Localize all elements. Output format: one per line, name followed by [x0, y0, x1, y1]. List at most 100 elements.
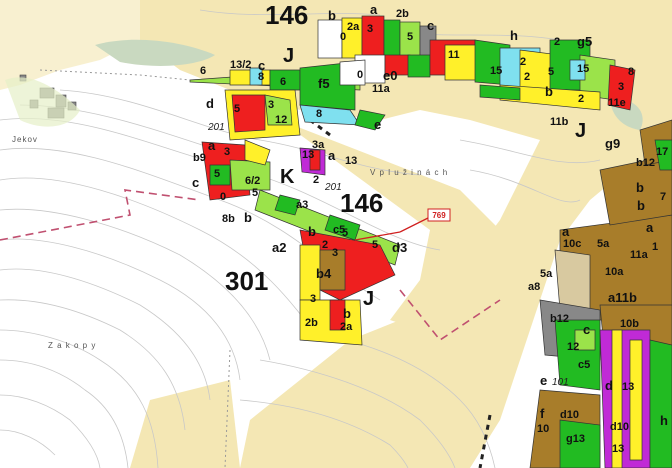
plot-label: 0 — [340, 31, 346, 43]
plot-label: 2a — [340, 321, 353, 333]
plot-label: b — [343, 306, 351, 321]
block-301: 301 — [225, 266, 268, 296]
plot-label: a2 — [272, 240, 286, 255]
plot-label: e — [540, 373, 547, 388]
plot-label: b — [637, 198, 645, 213]
plot-label: b — [308, 224, 316, 239]
plot-label: d10 — [610, 421, 629, 433]
place-zakopy: Z a k o p y — [48, 341, 96, 350]
plot-label: a — [646, 220, 654, 235]
plot-label: 5 — [407, 31, 413, 43]
plot-label: 5 — [214, 168, 220, 180]
plot-label: 3 — [224, 146, 230, 158]
plot-label: 10b — [620, 318, 639, 330]
zone-j-3: J — [363, 288, 374, 310]
plot-label: 11a — [630, 249, 649, 261]
plot-label: 15 — [577, 63, 589, 75]
plot-label: 2b — [396, 8, 409, 20]
plot-label: b — [636, 180, 644, 195]
plot-label: 5 — [234, 103, 240, 115]
plot-label: a — [328, 148, 336, 163]
plot-label: 2 — [578, 93, 584, 105]
plot-label: b — [244, 210, 252, 225]
plot-label: b — [545, 84, 553, 99]
plot-label: 13 — [612, 443, 624, 455]
plot-label: h — [660, 413, 668, 428]
plot-label: g5 — [577, 34, 592, 49]
plot-label: 5a — [597, 238, 610, 250]
plot-label: a — [208, 138, 216, 153]
place-jekov: Jekov — [12, 135, 38, 144]
plot-label: c — [583, 322, 590, 337]
plot-label: 7 — [660, 191, 666, 203]
plot-label: f5 — [318, 76, 330, 91]
block-146-mid: 146 — [340, 188, 383, 218]
plot-label: 8 — [258, 71, 264, 83]
plot-label: d10 — [560, 409, 579, 421]
plot-label: 11b — [550, 116, 569, 128]
zone-k: K — [280, 166, 295, 188]
plot-label: 10c — [563, 238, 581, 250]
plot-label: 8 — [316, 108, 322, 120]
plot-label: 2 — [313, 174, 319, 186]
plot-label: 3 — [310, 293, 316, 305]
plot-label: a8 — [528, 281, 540, 293]
plot-label: 8b — [222, 213, 235, 225]
plot-label: 12 — [275, 114, 287, 126]
plot-label: a11b — [608, 290, 637, 305]
plot-label: 6/2 — [245, 175, 260, 187]
place-v-pluzinach: V p l u ž i n á c h — [370, 168, 448, 177]
plot-label: 6 — [280, 76, 286, 88]
plot-label: h — [510, 28, 518, 43]
plot-label: b4 — [316, 266, 332, 281]
plot-label: 5 — [548, 66, 554, 78]
plot-label: 3 — [367, 23, 373, 35]
plot-label: f — [540, 406, 545, 421]
plot-label: 2 — [524, 71, 530, 83]
plot-label: g13 — [566, 433, 585, 445]
plot-label: c — [192, 175, 199, 190]
code-201-b: 201 — [324, 182, 342, 193]
plot-label: g9 — [605, 136, 620, 151]
plot-label: 13 — [345, 155, 357, 167]
block-146-top: 146 — [265, 0, 308, 30]
plot-label: 2 — [520, 56, 526, 68]
plot-label: 0 — [220, 191, 226, 203]
plot-label: 10 — [537, 423, 549, 435]
plot-label: e0 — [383, 68, 397, 83]
map-canvas: 769 Jekov Z a k o p y V p l u ž i n á c … — [0, 0, 672, 468]
plot-label: c — [427, 18, 434, 33]
callout-value: 769 — [432, 211, 446, 220]
plot-label: 6 — [200, 65, 206, 77]
cadastral-map[interactable]: 769 Jekov Z a k o p y V p l u ž i n á c … — [0, 0, 672, 468]
plot-label: b9 — [193, 152, 206, 164]
plot-label: c5 — [578, 359, 590, 371]
plot-label: 5 — [372, 239, 378, 251]
plot-label: b12 — [550, 313, 569, 325]
plot-label: a — [562, 224, 570, 239]
plot-label: d — [206, 96, 214, 111]
plot-label: 8 — [628, 66, 634, 78]
plot-label: 15 — [490, 65, 502, 77]
zone-j-1: J — [283, 45, 294, 67]
code-101: 101 — [552, 377, 569, 388]
zone-j-2: J — [575, 120, 586, 142]
plot-label: 2 — [554, 36, 560, 48]
plot-label: 17 — [656, 146, 668, 158]
plot-label: 13 — [302, 149, 314, 161]
plot-label: 10a — [605, 266, 624, 278]
plot-label: a3 — [296, 199, 308, 211]
plot-label: 0 — [357, 69, 363, 81]
plot-label: b — [328, 8, 336, 23]
plot-label: 3 — [268, 99, 274, 111]
plot-label: 12 — [567, 341, 579, 353]
plot-label: 2a — [347, 21, 360, 33]
code-201-a: 201 — [207, 122, 225, 133]
plot-label: 11e — [608, 97, 626, 109]
plot-label: e — [374, 117, 381, 132]
plot-label: d — [605, 378, 613, 393]
plot-label: b12 — [636, 157, 655, 169]
plot-label: 11a — [372, 83, 391, 95]
plot-label: 5a — [540, 268, 553, 280]
plot-label: 3 — [618, 81, 624, 93]
